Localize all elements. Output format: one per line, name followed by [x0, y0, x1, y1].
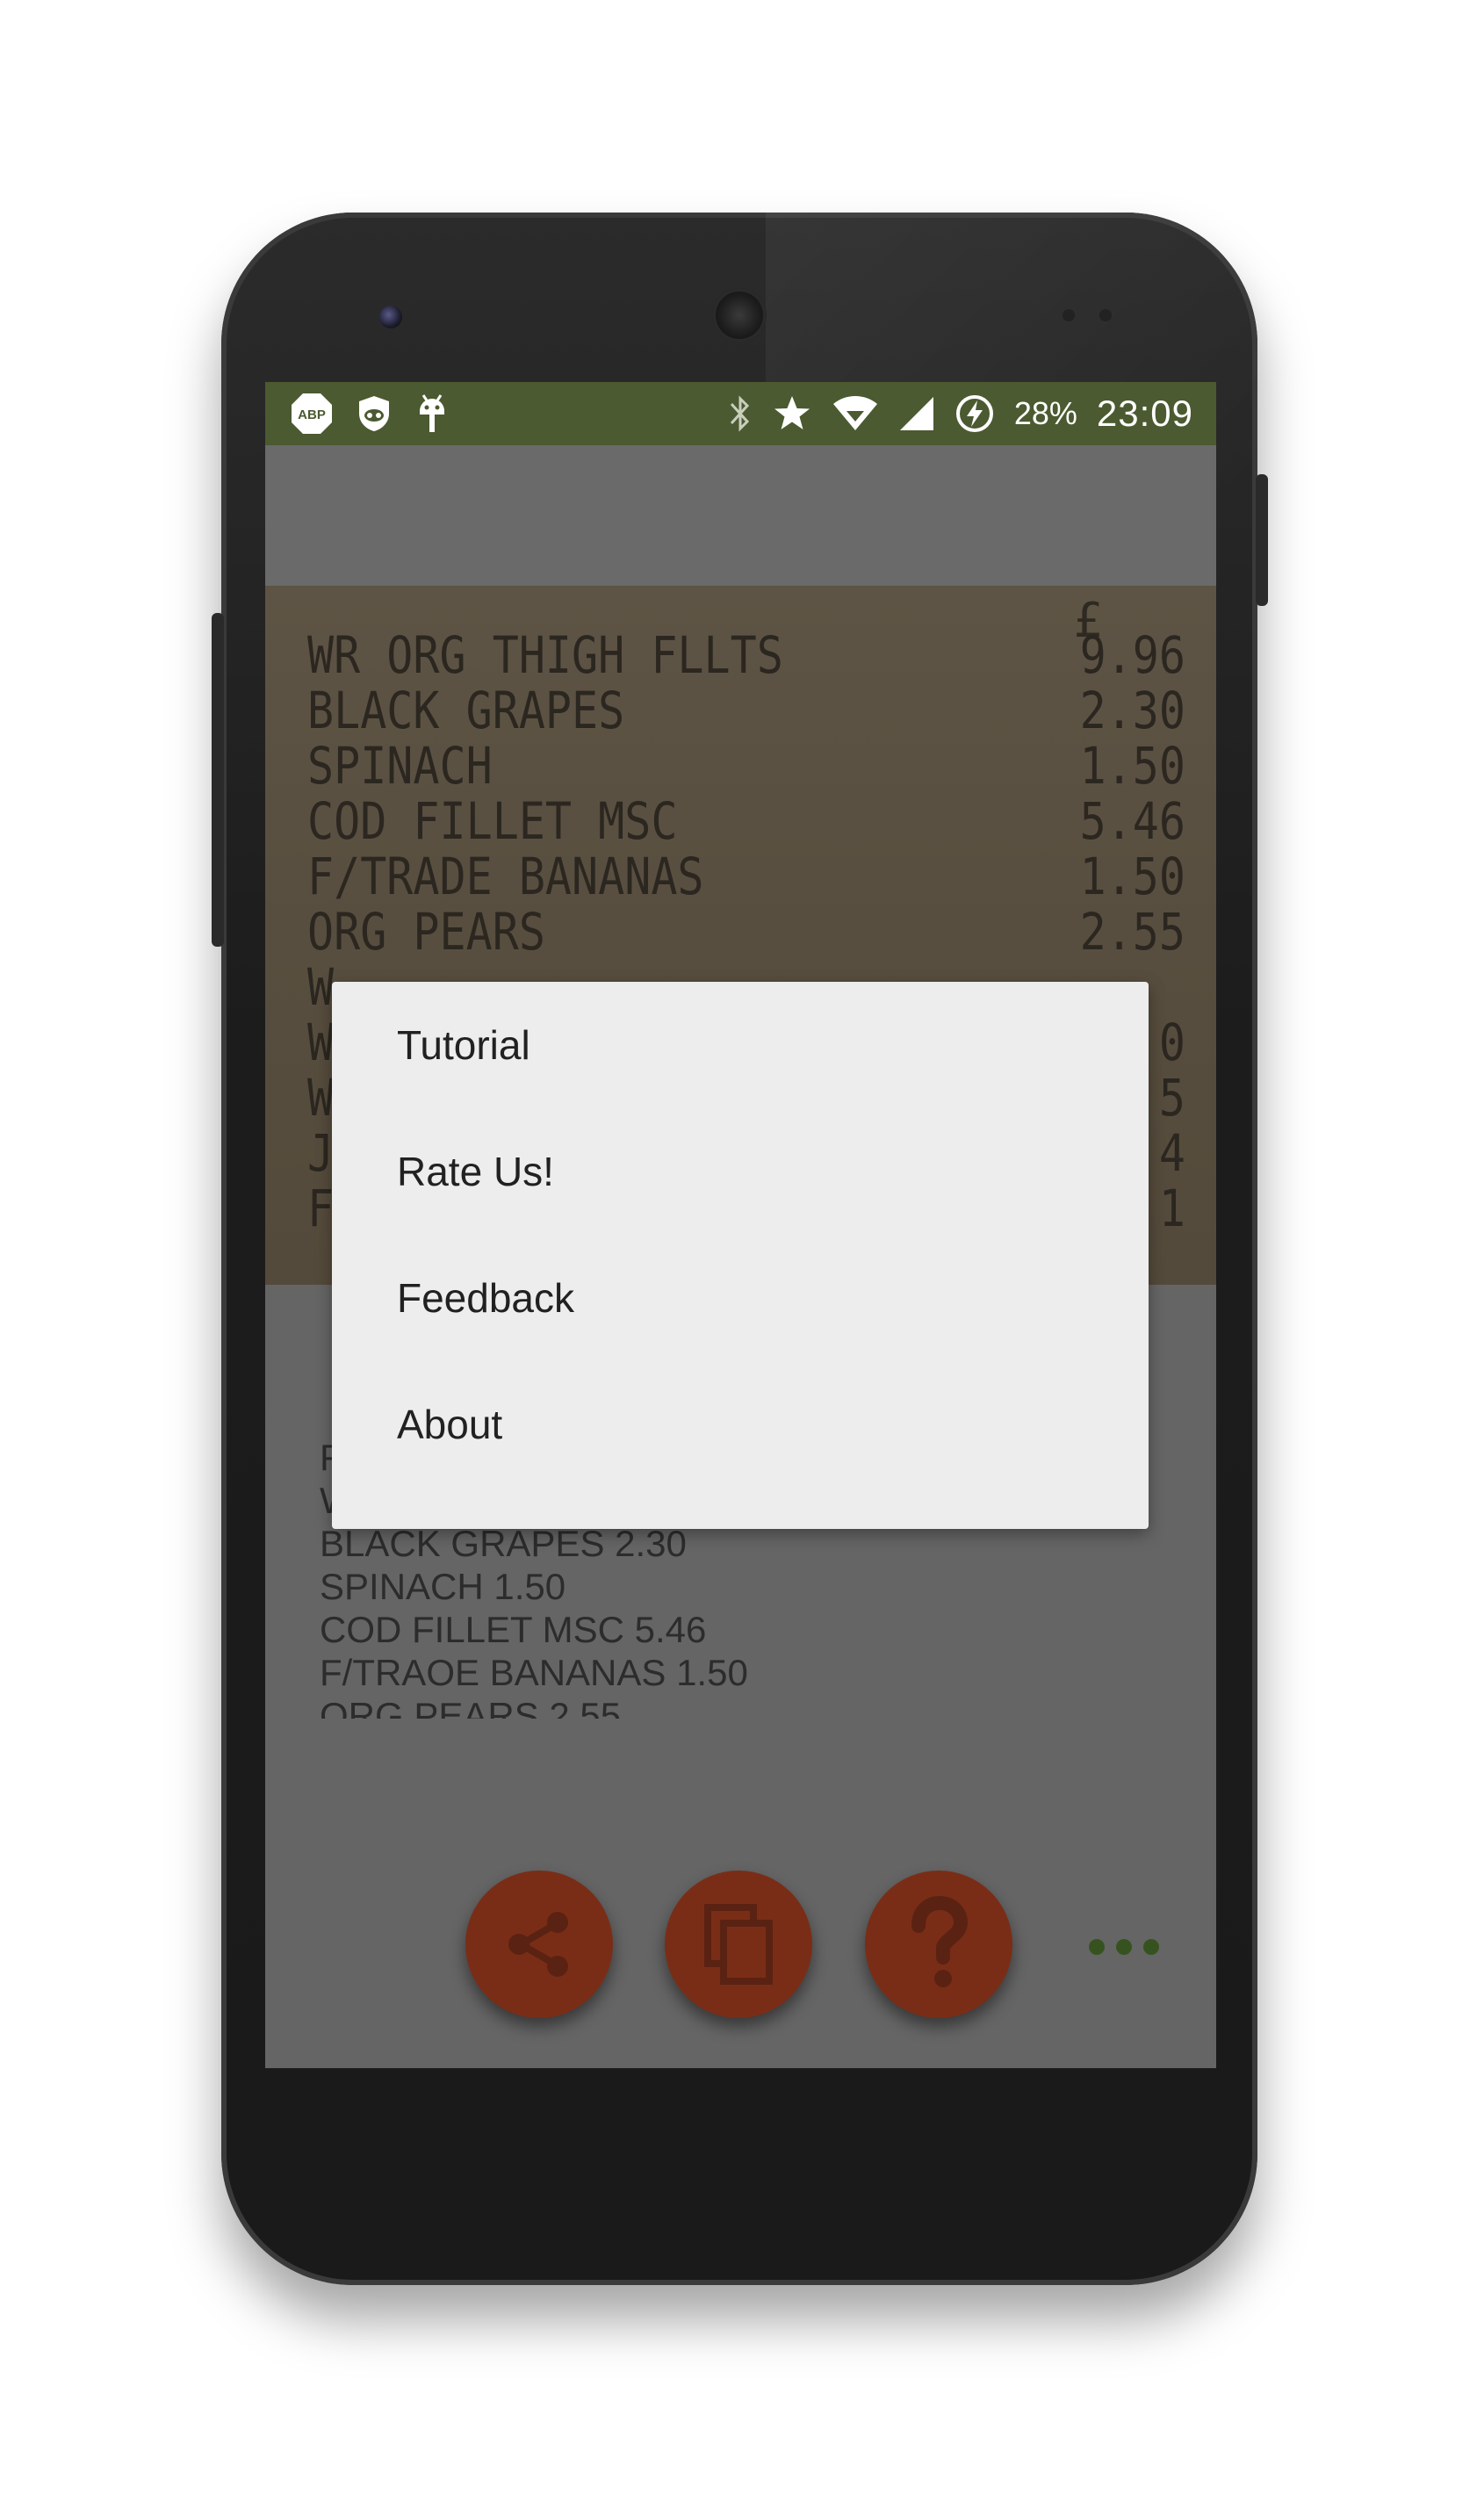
receipt-line-item: F/TRADE BANANAS	[307, 847, 704, 906]
more-dot	[1143, 1939, 1159, 1955]
cell-signal-icon	[898, 393, 935, 434]
earpiece-speaker	[712, 288, 767, 342]
receipt-line-item: J	[307, 1124, 335, 1183]
menu-item-tutorial[interactable]: Tutorial	[332, 982, 1149, 1108]
cyanogen-privacy-icon	[357, 394, 392, 433]
overflow-popup-menu: Tutorial Rate Us! Feedback About	[332, 982, 1149, 1529]
front-camera	[379, 306, 402, 328]
volume-button	[212, 613, 224, 947]
receipt-line-price: 9.96	[1079, 626, 1185, 685]
receipt-line-price: 2.55	[1079, 903, 1185, 962]
receipt-line-item: WR ORG THIGH FLLTS	[307, 626, 783, 685]
battery-charging-icon	[955, 393, 995, 434]
receipt-line-item: W	[307, 1013, 335, 1072]
ocr-text-line: F/TRAOE BANANAS 1.50	[320, 1652, 748, 1693]
toolbar-area	[265, 445, 1216, 586]
receipt-line-item: F	[307, 1179, 335, 1238]
power-button	[1256, 474, 1268, 606]
receipt-line: SPINACH 1.50	[307, 737, 1185, 800]
share-button[interactable]	[465, 1871, 613, 2018]
phone-screen: ABP 28% 23:09 £ WR ORG THIGH FLLTS 9.96 …	[265, 382, 1216, 2068]
menu-item-rate-us[interactable]: Rate Us!	[332, 1108, 1149, 1235]
receipt-line-price: 5.46	[1079, 792, 1185, 851]
receipt-line-price: 1.50	[1079, 737, 1185, 796]
light-sensor	[1099, 309, 1112, 321]
receipt-line-item: W	[307, 1069, 335, 1128]
bluetooth-icon	[728, 393, 753, 434]
wifi-icon	[832, 393, 879, 434]
receipt-line-item: ORG PEARS	[307, 903, 545, 962]
receipt-line-item: W	[307, 958, 335, 1017]
receipt-line: F/TRADE BANANAS 1.50	[307, 847, 1185, 911]
ocr-text-line: COD FILLET MSC 5.46	[320, 1609, 707, 1650]
copy-button[interactable]	[665, 1871, 812, 2018]
help-icon	[911, 1896, 969, 1987]
ocr-text-line: SPINACH 1.50	[320, 1566, 566, 1607]
receipt-line: COD FILLET MSC 5.46	[307, 792, 1185, 855]
menu-item-about[interactable]: About	[332, 1361, 1149, 1488]
receipt-line-price: 2.30	[1079, 681, 1185, 740]
menu-item-feedback[interactable]: Feedback	[332, 1235, 1149, 1361]
adblock-text: ABP	[298, 407, 326, 422]
copy-icon	[704, 1904, 773, 1985]
ocr-text-line: ORG PEARS 2.55	[320, 1695, 622, 1719]
status-bar: ABP 28% 23:09	[265, 382, 1216, 445]
receipt-line: ORG PEARS 2.55	[307, 903, 1185, 966]
more-dot	[1116, 1939, 1132, 1955]
proximity-sensor	[1063, 309, 1075, 321]
receipt-line-item: SPINACH	[307, 737, 493, 796]
star-icon	[772, 393, 812, 434]
adblock-icon: ABP	[290, 392, 334, 436]
help-button[interactable]	[865, 1871, 1012, 2018]
clock: 23:09	[1096, 393, 1193, 434]
more-horiz-icon[interactable]	[1089, 1936, 1159, 1957]
receipt-line-price: 1.50	[1079, 847, 1185, 906]
receipt-line: WR ORG THIGH FLLTS 9.96	[307, 626, 1185, 689]
receipt-line-item: COD FILLET MSC	[307, 792, 678, 851]
android-debug-icon	[414, 392, 450, 436]
battery-percentage: 28%	[1013, 395, 1077, 431]
share-icon	[508, 1912, 568, 1977]
receipt-line: BLACK GRAPES 2.30	[307, 681, 1185, 745]
more-dot	[1089, 1939, 1105, 1955]
receipt-line-item: BLACK GRAPES	[307, 681, 625, 740]
